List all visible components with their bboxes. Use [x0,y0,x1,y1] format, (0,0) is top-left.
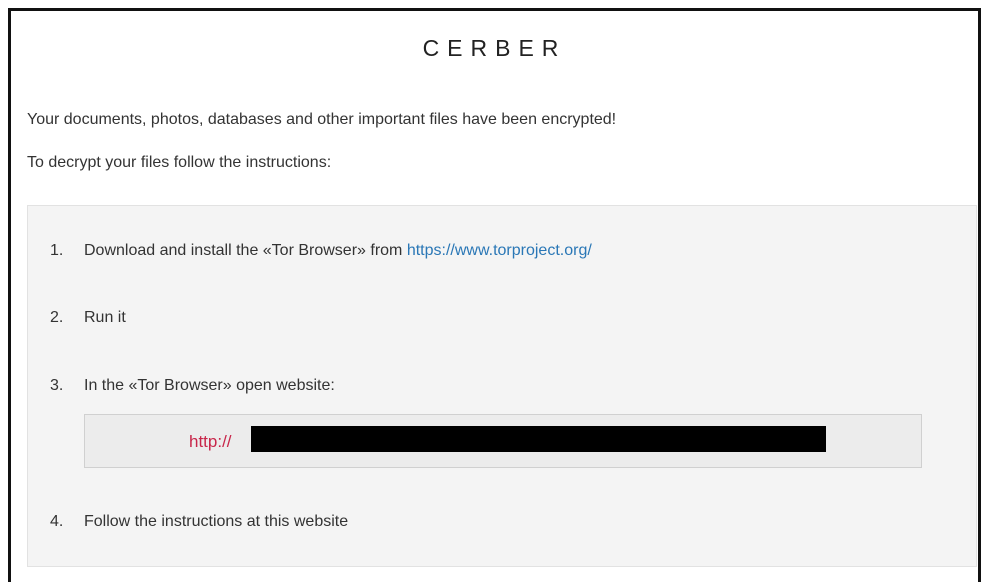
step-text: Follow the instructions at this website [84,513,349,530]
torproject-link[interactable]: https://www.torproject.org/ [407,242,592,259]
step-number: 4. [50,513,64,530]
step-text: Download and install the «Tor Browser» f… [84,242,592,260]
website-url-box[interactable]: http:// [84,414,922,468]
encrypted-notice-text: Your documents, photos, databases and ot… [27,111,617,128]
website-url-prefix[interactable]: http:// [189,432,232,452]
step-number: 1. [50,242,64,259]
decrypt-instructions-intro: To decrypt your files follow the instruc… [27,154,332,171]
step-text: In the «Tor Browser» open website: [84,377,335,394]
step-text-label: Download and install the «Tor Browser» f… [84,242,407,259]
step-number: 2. [50,309,64,326]
instructions-panel: 1. Download and install the «Tor Browser… [27,205,977,567]
page-title: CERBER [422,35,567,61]
step-number: 3. [50,377,64,394]
redacted-url-bar [251,426,826,452]
ransom-note-window: CERBER Your documents, photos, databases… [8,8,981,582]
step-text: Run it [84,309,126,326]
